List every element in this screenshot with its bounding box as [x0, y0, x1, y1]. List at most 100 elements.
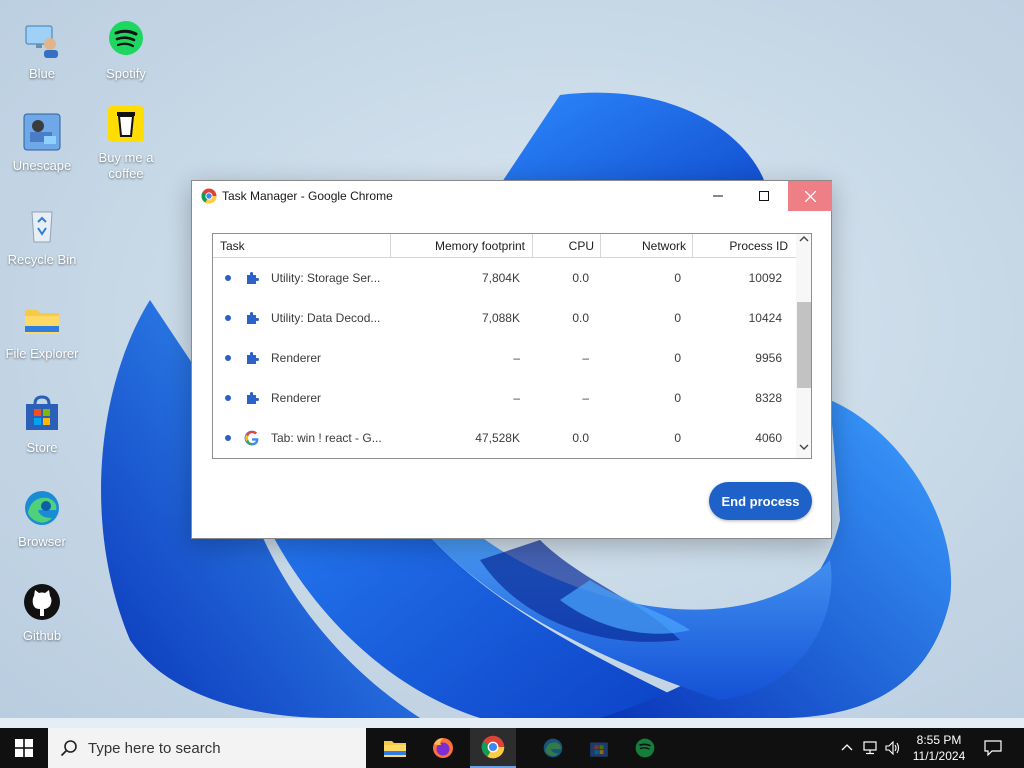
extension-puzzle-icon: [244, 310, 260, 326]
desktop-icon-label: Unescape: [12, 158, 72, 173]
desktop-icon-blue[interactable]: Blue: [0, 20, 84, 82]
desktop-icon-label: Buy me a coffee: [98, 150, 154, 181]
taskbar-app-firefox[interactable]: [420, 728, 466, 768]
minimize-button[interactable]: [696, 181, 740, 211]
taskbar-clock[interactable]: 8:55 PM 11/1/2024: [904, 732, 974, 764]
maximize-icon: [759, 191, 769, 201]
desktop-icon-coffee[interactable]: Buy me a coffee: [84, 104, 168, 182]
spotify-icon: [635, 738, 655, 758]
column-header-task[interactable]: Task: [220, 234, 245, 258]
column-header-pid[interactable]: Process ID: [692, 234, 788, 258]
start-button[interactable]: [0, 728, 48, 768]
process-table: Task Memory footprint CPU Network Proces…: [212, 233, 812, 459]
chevron-up-icon: [841, 744, 853, 751]
search-placeholder: Type here to search: [88, 740, 221, 757]
desktop-icon-recycle-bin[interactable]: Recycle Bin: [0, 206, 84, 268]
scroll-down-icon[interactable]: [796, 442, 811, 458]
task-manager-window: Task Manager - Google Chrome Task Memory…: [191, 180, 832, 539]
network-status-button[interactable]: [860, 728, 882, 768]
cell-pid: 8328: [755, 391, 782, 405]
cell-cpu: 0.0: [572, 311, 589, 325]
edge-icon: [543, 738, 563, 758]
cell-cpu: 0.0: [572, 431, 589, 445]
desktop-icon-label: Github: [22, 628, 62, 643]
row-bullet: [225, 355, 231, 361]
row-bullet: [225, 275, 231, 281]
folder-icon: [22, 300, 62, 340]
extension-puzzle-icon: [244, 350, 260, 366]
desktop-icon-label: File Explorer: [5, 346, 79, 361]
cell-task: Utility: Storage Ser...: [271, 271, 381, 285]
table-row[interactable]: Tab: win ! react - G... 47,528K 0.0 0 40…: [213, 418, 796, 458]
notification-icon: [984, 740, 1002, 756]
speaker-icon: [885, 741, 900, 755]
desktop-icon-browser[interactable]: Browser: [0, 488, 84, 550]
spotify-icon: [106, 20, 146, 60]
desktop-icon-github[interactable]: Github: [0, 582, 84, 644]
google-g-icon: [244, 430, 260, 446]
cell-network: 0: [674, 431, 681, 445]
scrollbar-thumb[interactable]: [797, 302, 811, 388]
notifications-button[interactable]: [978, 728, 1008, 768]
table-row[interactable]: Renderer – – 0 8328: [213, 378, 796, 418]
edge-icon: [22, 488, 62, 528]
taskbar-app-chrome[interactable]: [470, 728, 516, 768]
clock-date: 11/1/2024: [912, 749, 966, 763]
github-icon: [22, 582, 62, 622]
desktop-icon-store[interactable]: Store: [0, 394, 84, 456]
close-button[interactable]: [788, 181, 832, 211]
column-header-cpu[interactable]: CPU: [532, 234, 594, 258]
clock-time: 8:55 PM: [916, 733, 962, 747]
cell-cpu: –: [582, 391, 589, 405]
extension-puzzle-icon: [244, 390, 260, 406]
cell-memory: –: [513, 351, 520, 365]
show-hidden-icons-button[interactable]: [836, 728, 858, 768]
taskbar-app-edge[interactable]: [530, 728, 576, 768]
table-row[interactable]: Renderer – – 0 9956: [213, 338, 796, 378]
table-row[interactable]: Utility: Storage Ser... 7,804K 0.0 0 100…: [213, 258, 796, 298]
taskbar-search-box[interactable]: Type here to search: [48, 728, 366, 768]
cell-memory: 7,088K: [481, 311, 520, 325]
extension-puzzle-icon: [244, 270, 260, 286]
row-bullet: [225, 435, 231, 441]
desktop-icon-spotify[interactable]: Spotify: [84, 20, 168, 82]
recycle-bin-icon: [22, 206, 62, 246]
cell-network: 0: [674, 351, 681, 365]
title-bar[interactable]: Task Manager - Google Chrome: [192, 181, 832, 211]
cell-pid: 4060: [755, 431, 782, 445]
taskbar-app-store[interactable]: [576, 728, 622, 768]
window-title: Task Manager - Google Chrome: [222, 189, 393, 203]
column-header-network[interactable]: Network: [600, 234, 686, 258]
end-process-button[interactable]: End process: [709, 482, 812, 520]
cell-network: 0: [674, 391, 681, 405]
cell-cpu: –: [582, 351, 589, 365]
desktop-icon-label: Spotify: [106, 66, 146, 81]
store-icon: [22, 394, 62, 434]
volume-button[interactable]: [882, 728, 904, 768]
store-icon: [590, 742, 608, 757]
unescape-icon: [22, 112, 62, 152]
cell-pid: 10092: [748, 271, 782, 285]
scroll-up-icon[interactable]: [796, 234, 811, 250]
file-explorer-icon: [384, 741, 406, 757]
table-row[interactable]: Utility: Data Decod... 7,088K 0.0 0 1042…: [213, 298, 796, 338]
row-bullet: [225, 395, 231, 401]
minimize-icon: [713, 195, 723, 197]
taskbar-app-spotify[interactable]: [622, 728, 668, 768]
wallpaper-bottom-strip: [0, 718, 1024, 728]
coffee-cup-icon: [106, 104, 146, 144]
cell-pid: 9956: [755, 351, 782, 365]
vertical-scrollbar[interactable]: [796, 234, 811, 458]
column-header-memory[interactable]: Memory footprint: [390, 234, 525, 258]
maximize-button[interactable]: [742, 181, 786, 211]
cell-task: Tab: win ! react - G...: [271, 431, 382, 445]
cell-task: Utility: Data Decod...: [271, 311, 381, 325]
cell-task: Renderer: [271, 351, 322, 365]
row-bullet: [225, 315, 231, 321]
cell-memory: 47,528K: [475, 431, 520, 445]
taskbar-app-file-explorer[interactable]: [372, 728, 418, 768]
chrome-icon: [201, 188, 217, 204]
desktop-icon-label: Store: [26, 440, 58, 455]
desktop-icon-unescape[interactable]: Unescape: [0, 112, 84, 174]
desktop-icon-file-explorer[interactable]: File Explorer: [0, 300, 84, 362]
